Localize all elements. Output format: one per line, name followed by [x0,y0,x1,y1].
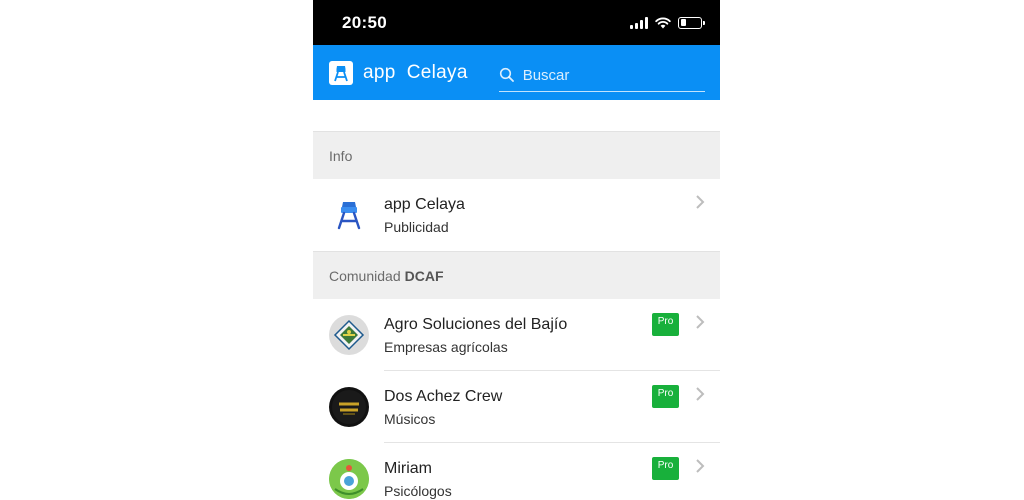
water-tower-icon [337,202,360,230]
dos-achez-logo-avatar [328,387,369,427]
battery-icon [678,16,705,29]
section-label: Comunidad [329,267,401,284]
section-label: Info [329,147,353,164]
section-label-bold: DCAF [404,267,444,284]
item-subtitle: Empresas agrícolas [384,338,508,355]
section-header-comunidad: Comunidad DCAF [313,251,720,299]
wifi-icon [655,17,671,28]
app-title: app Celaya [363,61,468,83]
phone-screen: 20:50 app Celaya Buscar Info app Celaya … [313,0,720,500]
list-item[interactable]: Miriam Psicólogos Pro [313,443,720,500]
chevron-right-icon [696,387,705,401]
chevron-right-icon [696,459,705,473]
item-subtitle: Publicidad [384,219,449,235]
app-logo-icon[interactable] [329,60,353,85]
agro-logo-avatar [328,315,369,355]
pro-badge: Pro [652,385,679,408]
chevron-right-icon [696,195,705,209]
search-field[interactable]: Buscar [498,60,705,92]
list-item[interactable]: Dos Achez Crew Músicos Pro [313,371,720,443]
chevron-right-icon [696,315,705,329]
app-header: app Celaya Buscar [313,45,720,100]
cellular-signal-icon [630,16,648,29]
pro-badge: Pro [652,313,679,336]
miriam-logo-avatar [328,459,369,499]
item-title: app Celaya [384,196,465,213]
status-time: 20:50 [342,12,387,32]
pro-badge: Pro [652,457,679,480]
list-item[interactable]: Agro Soluciones del Bajío Empresas agríc… [313,299,720,371]
search-icon [499,67,514,82]
header-spacer [313,100,720,131]
status-bar: 20:50 [313,0,720,45]
item-subtitle: Músicos [384,410,436,427]
section-header-info: Info [313,131,720,179]
item-subtitle: Psicólogos [384,482,452,499]
search-placeholder[interactable]: Buscar [523,67,570,84]
status-icons [630,16,705,29]
list-item[interactable]: app Celaya Publicidad [313,179,720,251]
